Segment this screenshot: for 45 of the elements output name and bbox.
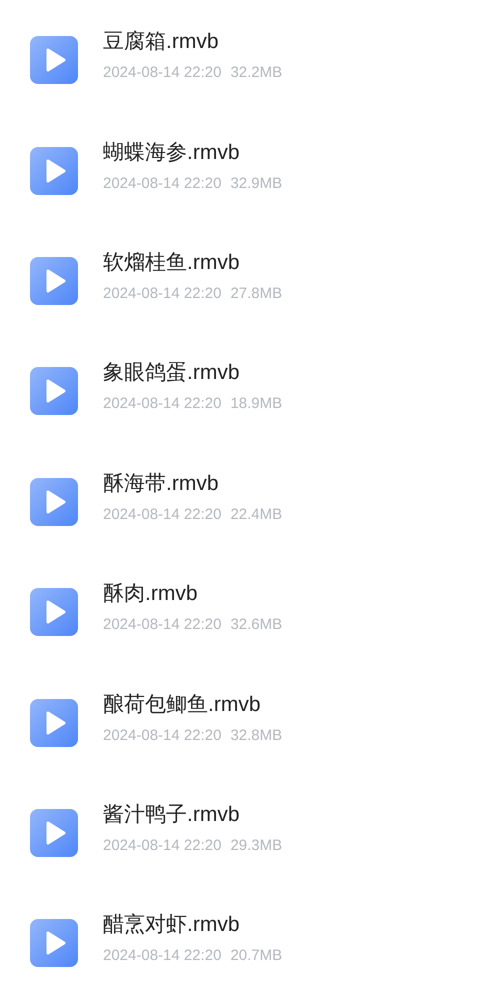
file-date: 2024-08-14 22:20 [103, 615, 222, 636]
file-item[interactable]: 酥肉.rmvb 2024-08-14 22:20 32.6MB [0, 556, 491, 668]
video-file-icon [30, 808, 78, 857]
file-size: 32.6MB [230, 615, 282, 636]
file-item[interactable]: 酥海带.rmvb 2024-08-14 22:20 22.4MB [0, 446, 491, 557]
file-size: 29.3MB [230, 836, 282, 856]
video-file-icon [30, 36, 78, 84]
video-file-icon [30, 146, 78, 195]
file-size: 32.2MB [230, 63, 282, 84]
file-name: 酥海带.rmvb [103, 470, 220, 497]
file-item[interactable]: 酱汁鸭子.rmvb 2024-08-14 22:20 29.3MB [0, 778, 491, 888]
file-date: 2024-08-14 22:20 [103, 836, 222, 856]
file-name: 豆腐箱.rmvb [103, 29, 220, 56]
file-name: 酱汁鸭子.rmvb [103, 802, 240, 828]
file-date: 2024-08-14 22:20 [103, 504, 222, 525]
file-size: 22.4MB [230, 504, 282, 525]
video-file-icon [30, 919, 78, 968]
video-file-icon [30, 588, 78, 636]
video-file-icon [30, 698, 78, 747]
file-item[interactable]: 蝴蝶海参.rmvb 2024-08-14 22:20 32.9MB [0, 115, 491, 226]
file-name: 象眼鸽蛋.rmvb [103, 360, 240, 386]
file-date: 2024-08-14 22:20 [103, 726, 222, 746]
file-item[interactable]: 象眼鸽蛋.rmvb 2024-08-14 22:20 18.9MB [0, 336, 491, 447]
video-file-icon [30, 256, 78, 305]
file-size: 27.8MB [230, 284, 282, 304]
file-date: 2024-08-14 22:20 [103, 394, 222, 414]
file-item[interactable]: 醋烹对虾.rmvb 2024-08-14 22:20 20.7MB [0, 888, 491, 999]
file-item[interactable]: 豆腐箱.rmvb 2024-08-14 22:20 32.2MB [0, 5, 491, 116]
file-name: 醋烹对虾.rmvb [103, 912, 240, 938]
file-date: 2024-08-14 22:20 [103, 284, 222, 304]
file-name: 蝴蝶海参.rmvb [103, 140, 240, 166]
file-date: 2024-08-14 22:20 [103, 946, 222, 966]
file-item[interactable]: 酿荷包鲫鱼.rmvb 2024-08-14 22:20 32.8MB [0, 667, 491, 778]
file-size: 32.9MB [230, 174, 282, 194]
file-size: 32.8MB [230, 726, 282, 746]
file-date: 2024-08-14 22:20 [103, 63, 222, 84]
file-name: 软熘桂鱼.rmvb [103, 250, 240, 276]
video-file-icon [30, 367, 78, 416]
file-name: 酥肉.rmvb [103, 581, 198, 608]
file-date: 2024-08-14 22:20 [103, 174, 222, 194]
video-file-icon [30, 478, 78, 526]
file-size: 20.7MB [230, 946, 282, 966]
file-size: 18.9MB [230, 394, 282, 414]
file-name: 酿荷包鲫鱼.rmvb [103, 692, 262, 718]
file-item[interactable]: 软熘桂鱼.rmvb 2024-08-14 22:20 27.8MB [0, 226, 491, 336]
